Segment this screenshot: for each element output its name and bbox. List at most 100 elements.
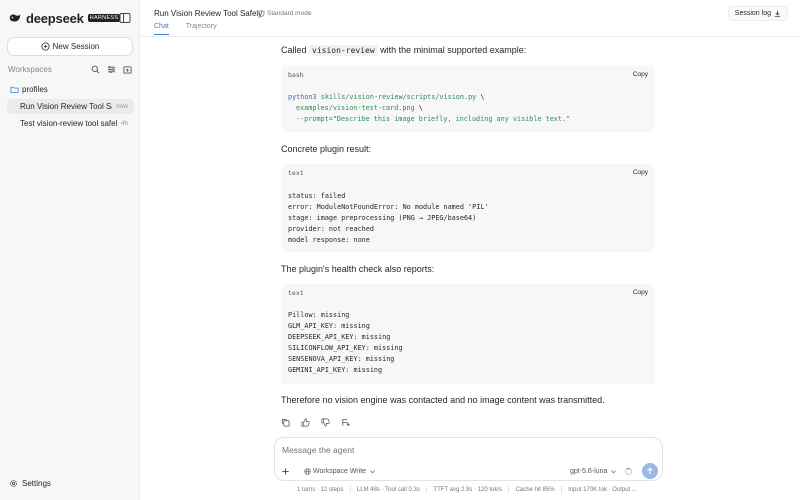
copy-button[interactable]: Copy: [633, 169, 648, 176]
mode-indicator[interactable]: Standard mode: [258, 10, 311, 17]
message-called: Called vision-review with the minimal su…: [281, 45, 527, 56]
inline-code: vision-review: [309, 45, 378, 56]
called-suffix: with the minimal supported example:: [380, 45, 527, 55]
new-folder-icon[interactable]: [123, 65, 132, 74]
settings-button[interactable]: Settings: [9, 479, 51, 488]
called-prefix: Called: [281, 45, 307, 55]
code-language: text: [288, 289, 304, 297]
code-line: provider: not reached: [288, 225, 374, 233]
message-input[interactable]: [282, 445, 642, 455]
folder-icon: [10, 86, 19, 94]
session-name: Test vision-review tool safely: [20, 119, 117, 128]
divider: |: [560, 487, 563, 493]
code-line: Pillow: missing: [288, 311, 350, 319]
code-continuation: \: [476, 93, 485, 101]
tab-chat[interactable]: Chat: [154, 23, 169, 35]
code-line: model response: none: [288, 236, 370, 244]
sidebar-toggle-icon[interactable]: [119, 12, 131, 24]
session-item-active[interactable]: Run Vision Review Tool Safely now: [7, 99, 134, 114]
brand-name: deepseek: [26, 10, 84, 26]
stat-cache: Cache hit 85%: [515, 487, 555, 493]
workspaces-title: Workspaces: [8, 65, 52, 74]
code-block-health: text Copy Pillow: missing GLM_API_KEY: m…: [281, 284, 655, 384]
new-session-button[interactable]: New Session: [7, 37, 133, 56]
code-continuation: \: [414, 104, 423, 112]
session-log-button[interactable]: Session log: [727, 6, 788, 21]
stat-llm: LLM 48s · Tool call 0.3s: [356, 487, 420, 493]
session-log-label: Session log: [734, 10, 771, 17]
divider: |: [508, 487, 510, 493]
code-line: error: ModuleNotFoundError: No module na…: [288, 203, 489, 211]
composer: Workspace Write gpt-5.6-luna: [274, 437, 663, 481]
tab-trajectory[interactable]: Trajectory: [186, 23, 217, 35]
main-panel: Run Vision Review Tool Safely Standard m…: [140, 0, 800, 500]
code-line: examples/vision-test-card.png \: [296, 104, 423, 112]
divider: |: [349, 487, 351, 493]
thumbs-up-icon[interactable]: [301, 418, 310, 427]
code-language: bash: [288, 71, 304, 79]
chevron-down-icon: [370, 470, 376, 474]
code-line: GLM_API_KEY: missing: [288, 322, 370, 330]
model-select[interactable]: gpt-5.6-luna: [570, 468, 617, 475]
chevron-down-icon: [611, 470, 617, 474]
workspaces-header: Workspaces: [8, 65, 132, 74]
whale-logo-icon: [9, 14, 21, 22]
message-conclusion: Therefore no vision engine was contacted…: [281, 395, 605, 405]
app-window: deepseek HARNESS New Session Workspaces: [0, 0, 800, 500]
session-name: Run Vision Review Tool Safely: [20, 102, 112, 111]
search-icon[interactable]: [91, 65, 100, 74]
workspace-folder[interactable]: profiles: [10, 85, 48, 94]
code-block-bash: bash Copy python3 skills/vision-review/s…: [281, 66, 655, 132]
copy-icon[interactable]: [281, 418, 290, 427]
code-language: text: [288, 169, 304, 177]
status-bar: 1 turns · 12 steps | LLM 48s · Tool call …: [297, 487, 637, 493]
code-line: SILICONFLOW_API_KEY: missing: [288, 344, 403, 352]
model-label: gpt-5.6-luna: [570, 468, 608, 475]
message-concrete: Concrete plugin result:: [281, 144, 372, 154]
code-path: skills/vision-review/scripts/vision.py: [320, 93, 477, 101]
code-block-result: text Copy status: failed error: ModuleNo…: [281, 164, 655, 252]
page-title: Run Vision Review Tool Safely: [154, 9, 263, 18]
copy-button[interactable]: Copy: [633, 289, 648, 296]
session-item[interactable]: Test vision-review tool safely 4h: [7, 116, 134, 131]
divider: |: [425, 487, 428, 493]
filter-icon[interactable]: [107, 65, 116, 74]
shield-icon: [258, 10, 265, 17]
code-line: DEEPSEEK_API_KEY: missing: [288, 333, 391, 341]
code-line: SENSENOVA_API_KEY: missing: [288, 355, 395, 363]
message-actions: [281, 418, 350, 427]
copy-button[interactable]: Copy: [633, 71, 648, 78]
stat-tokens: Input 170K tok · Output ...: [568, 487, 637, 493]
code-line: status: failed: [288, 192, 346, 200]
thumbs-down-icon[interactable]: [321, 418, 330, 427]
new-session-label: New Session: [52, 42, 100, 51]
code-line: stage: image preprocessing (PNG → JPEG/b…: [288, 214, 477, 222]
folder-name: profiles: [22, 85, 48, 94]
message-health: The plugin's health check also reports:: [281, 264, 435, 274]
stat-ttft: TTFT avg 2.9s · 120 tok/s: [433, 487, 502, 493]
arrow-up-icon: [647, 467, 653, 474]
brand: deepseek HARNESS: [8, 10, 121, 26]
loading-spinner-icon: [625, 468, 632, 475]
fork-icon[interactable]: [341, 418, 350, 427]
globe-icon: [304, 468, 311, 475]
gear-icon: [10, 480, 17, 487]
download-icon: [774, 10, 781, 17]
sidebar: deepseek HARNESS New Session Workspaces: [0, 0, 140, 500]
header-divider: [140, 36, 800, 37]
plus-circle-icon: [41, 42, 50, 51]
session-time: 4h: [120, 120, 128, 127]
tab-bar: Chat Trajectory: [154, 23, 217, 35]
code-command: python3: [288, 93, 317, 101]
brand-badge: HARNESS: [87, 14, 121, 22]
workspace-write-select[interactable]: Workspace Write: [304, 468, 378, 475]
mode-label: Standard mode: [267, 10, 312, 17]
code-line: --prompt="Describe this image briefly, i…: [296, 115, 571, 123]
plus-icon[interactable]: [281, 467, 290, 476]
code-line: GEMINI_API_KEY: missing: [288, 366, 383, 374]
code-line: python3 skills/vision-review/scripts/vis…: [288, 93, 484, 101]
send-button[interactable]: [642, 463, 658, 479]
settings-label: Settings: [22, 479, 51, 488]
session-time: now: [116, 103, 128, 110]
code-path: examples/vision-test-card.png: [296, 104, 415, 112]
